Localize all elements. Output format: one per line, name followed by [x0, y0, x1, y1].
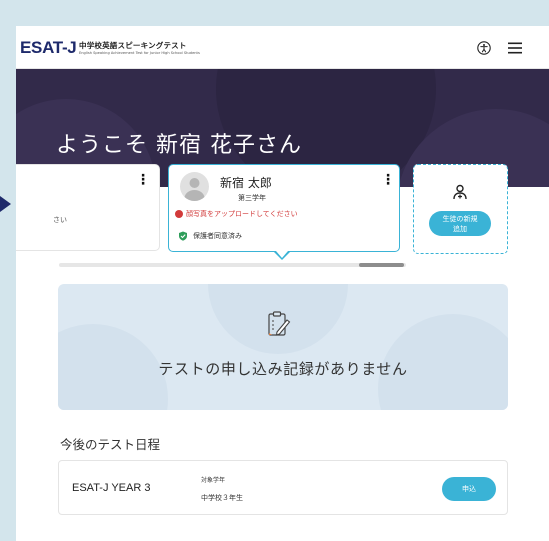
- schedule-heading: 今後のテスト日程: [60, 437, 161, 452]
- photo-warning[interactable]: 顔写真をアップロードしてください: [175, 209, 298, 219]
- logo-english-subtitle: English Speaking Achievement Test for Ju…: [79, 51, 200, 55]
- top-bar: ESAT-J 中学校英語スピーキングテスト English Speaking A…: [16, 26, 549, 69]
- scrollbar-thumb[interactable]: [359, 263, 404, 267]
- warning-dot-icon: [175, 210, 183, 218]
- student-card-text: さい: [53, 216, 67, 224]
- student-grade: 第三学年: [238, 194, 266, 202]
- logo-subtitle: 中学校英語スピーキングテスト: [79, 41, 187, 50]
- accessibility-icon[interactable]: [477, 41, 491, 55]
- empty-state-message: テストの申し込み記録がありません: [158, 360, 408, 378]
- add-person-icon: [453, 184, 467, 200]
- logo[interactable]: ESAT-J: [20, 38, 77, 58]
- add-student-button[interactable]: 生徒の新規 追加: [429, 211, 491, 236]
- hamburger-menu-icon[interactable]: [507, 41, 523, 55]
- app-frame: ESAT-J 中学校英語スピーキングテスト English Speaking A…: [16, 26, 549, 541]
- student-name: 新宿 太郎: [220, 176, 272, 190]
- pointer-arrow-icon: [0, 196, 11, 212]
- consent-status-text: 保護者同意済み: [193, 232, 242, 240]
- apply-button[interactable]: 申込: [442, 477, 496, 501]
- add-student-label-line1: 生徒の新規: [442, 215, 478, 223]
- test-name: ESAT-J YEAR 3: [72, 482, 151, 494]
- clipboard-edit-icon: [268, 311, 291, 336]
- more-vert-icon[interactable]: ⋮: [136, 173, 150, 187]
- more-vert-icon[interactable]: ⋮: [381, 173, 395, 187]
- avatar: [180, 172, 209, 201]
- student-card-previous[interactable]: ⋮ さい: [16, 164, 160, 251]
- selected-card-pointer-inner: [276, 251, 288, 258]
- student-card-selected[interactable]: 新宿 太郎 第三学年 ⋮ 顔写真をアップロードしてください 保護者同意済み: [168, 164, 400, 252]
- test-grade-label: 対象学年: [201, 477, 226, 484]
- add-student-card[interactable]: 生徒の新規 追加: [413, 164, 508, 254]
- add-student-label-line2: 追加: [453, 225, 467, 233]
- consent-status: 保護者同意済み: [178, 231, 242, 241]
- photo-warning-text: 顔写真をアップロードしてください: [186, 210, 298, 218]
- shield-check-icon: [179, 231, 187, 241]
- empty-application-history: テストの申し込み記録がありません: [58, 284, 508, 410]
- student-carousel-scrollbar[interactable]: [59, 263, 406, 267]
- avatar-placeholder-icon: [184, 178, 205, 201]
- test-grade-value: 中学校３年生: [201, 494, 243, 502]
- welcome-heading: ようこそ 新宿 花子さん: [56, 133, 302, 158]
- test-schedule-row: ESAT-J YEAR 3 対象学年 中学校３年生 申込: [58, 460, 508, 515]
